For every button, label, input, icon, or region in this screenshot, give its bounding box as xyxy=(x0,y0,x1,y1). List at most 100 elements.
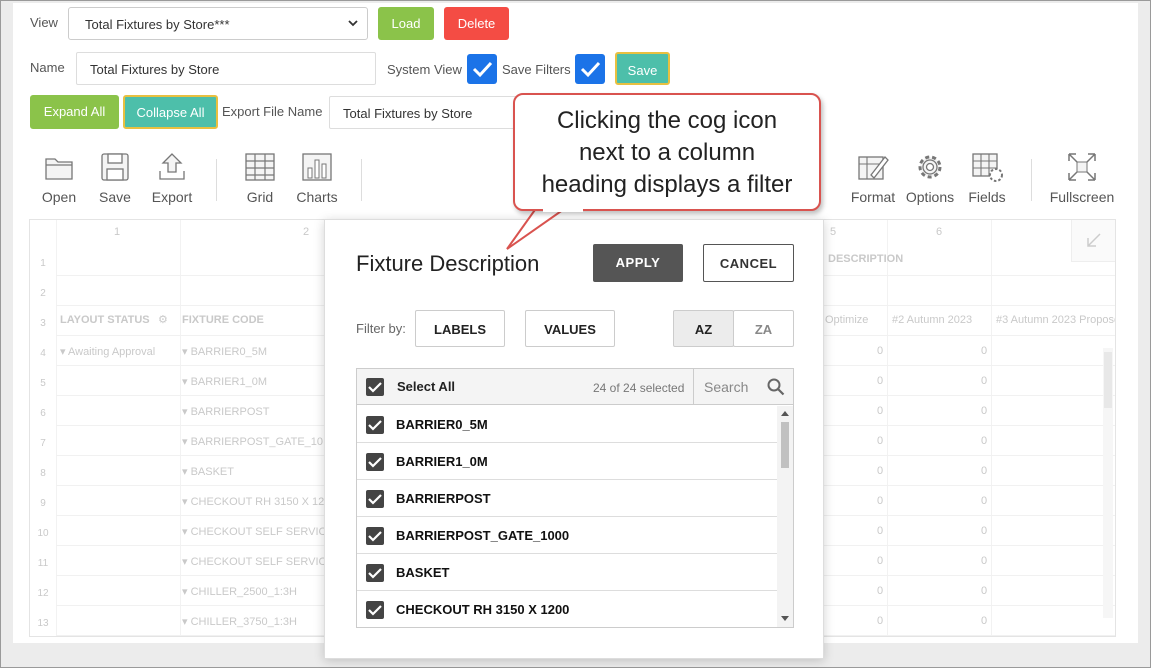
collapse-corner[interactable] xyxy=(1071,220,1115,262)
chevron-down-icon xyxy=(347,17,359,32)
export-file-name-input[interactable]: Total Fixtures by Store xyxy=(329,96,519,129)
bar-chart-icon xyxy=(302,153,332,181)
options-tool[interactable]: Options xyxy=(900,151,960,205)
item-checkbox[interactable] xyxy=(366,490,384,508)
fixture-code-cell[interactable]: ▾ CHILLER_2500_1:3H xyxy=(182,585,297,598)
item-checkbox[interactable] xyxy=(366,416,384,434)
toolbar-divider xyxy=(361,159,362,201)
fixture-code-cell[interactable]: ▾ CHECKOUT SELF SERVIC xyxy=(182,555,326,568)
list-scrollbar[interactable] xyxy=(777,406,793,627)
item-label: BARRIER1_0M xyxy=(396,454,488,469)
view-select-value: Total Fixtures by Store*** xyxy=(85,17,230,32)
value-cell: 0 xyxy=(981,375,988,387)
column-header-fixture-code[interactable]: FIXTURE CODE xyxy=(182,314,264,326)
value-cell: 0 xyxy=(981,405,988,417)
callout-pointer-mask xyxy=(543,206,583,212)
item-checkbox[interactable] xyxy=(366,453,384,471)
name-input[interactable]: Total Fixtures by Store xyxy=(76,52,376,85)
search-icon[interactable] xyxy=(767,378,785,396)
column-header-description[interactable]: DESCRIPTION xyxy=(828,253,903,265)
grid-scrollbar[interactable] xyxy=(1103,348,1113,618)
export-tool[interactable]: Export xyxy=(142,151,202,205)
item-checkbox[interactable] xyxy=(366,527,384,545)
format-label: Format xyxy=(850,189,896,205)
system-view-checkbox[interactable] xyxy=(467,54,497,84)
value-cell: 0 xyxy=(877,615,884,627)
grid-scrollbar-thumb[interactable] xyxy=(1104,352,1112,408)
scroll-down-arrow-icon[interactable] xyxy=(781,616,789,622)
view-label: View xyxy=(30,15,58,30)
item-label: BARRIERPOST xyxy=(396,491,491,506)
options-label: Options xyxy=(905,189,955,205)
row-number: 9 xyxy=(40,498,46,509)
scroll-up-arrow-icon[interactable] xyxy=(781,410,789,416)
row-number: 12 xyxy=(37,588,49,599)
item-checkbox[interactable] xyxy=(366,601,384,619)
list-scrollbar-thumb[interactable] xyxy=(781,422,789,468)
layout-status-cell: ▾ Awaiting Approval xyxy=(60,346,156,358)
fixture-code-cell[interactable]: ▾ CHECKOUT RH 3150 X 12 xyxy=(182,495,324,508)
load-button[interactable]: Load xyxy=(378,7,434,40)
select-all-checkbox[interactable] xyxy=(366,378,384,396)
select-all-label[interactable]: Select All xyxy=(397,379,455,394)
fixture-code-cell[interactable]: ▾ BARRIERPOST_GATE_10 xyxy=(182,435,323,448)
fixture-code-cell[interactable]: ▾ BARRIERPOST xyxy=(182,405,269,418)
gear-icon[interactable]: ⚙ xyxy=(158,313,168,326)
fixture-code-cell[interactable]: ▾ BASKET xyxy=(182,465,234,478)
open-tool[interactable]: Open xyxy=(29,151,89,205)
delete-button[interactable]: Delete xyxy=(444,7,509,40)
value-cell: 0 xyxy=(877,375,884,387)
fixture-code-cell[interactable]: ▾ CHECKOUT SELF SERVIC xyxy=(182,525,326,538)
search-input[interactable]: Search xyxy=(704,379,748,395)
value-cell: 0 xyxy=(981,345,988,357)
item-label: CHECKOUT RH 3150 X 1200 xyxy=(396,602,570,617)
sort-az-button[interactable]: AZ xyxy=(673,310,734,347)
filter-list-item[interactable]: BARRIER1_0M xyxy=(357,443,777,480)
view-select[interactable]: Total Fixtures by Store*** xyxy=(68,7,368,40)
grid-tool[interactable]: Grid xyxy=(230,151,290,205)
charts-tool[interactable]: Charts xyxy=(287,151,347,205)
filter-list-item[interactable]: CHECKOUT RH 3150 X 1200 xyxy=(357,591,777,627)
fixture-code-cell[interactable]: ▾ CHILLER_3750_1:3H xyxy=(182,615,297,628)
grid-icon xyxy=(245,153,275,181)
save-tool[interactable]: Save xyxy=(85,151,145,205)
grid-column-line xyxy=(991,220,992,636)
row-number: 11 xyxy=(37,558,49,569)
fixture-code-cell[interactable]: ▾ BARRIER0_5M xyxy=(182,345,267,358)
fields-tool[interactable]: Fields xyxy=(957,151,1017,205)
collapse-all-button[interactable]: Collapse All xyxy=(123,95,218,129)
expand-all-button[interactable]: Expand All xyxy=(30,95,119,129)
apply-button[interactable]: APPLY xyxy=(593,244,683,282)
gear-icon xyxy=(918,155,942,179)
labels-button[interactable]: LABELS xyxy=(415,310,505,347)
fixture-code-cell[interactable]: ▾ BARRIER1_0M xyxy=(182,375,267,388)
value-cell: 0 xyxy=(981,615,988,627)
column-header-layout-status[interactable]: LAYOUT STATUS xyxy=(60,314,150,326)
filter-list-item[interactable]: BARRIER0_5M xyxy=(357,406,777,443)
column-header-autumn-3: #3 Autumn 2023 Propose xyxy=(996,314,1116,326)
filter-popup: Fixture Description APPLY CANCEL Filter … xyxy=(324,219,824,659)
row-number: 4 xyxy=(40,348,46,359)
fullscreen-tool[interactable]: Fullscreen xyxy=(1047,151,1117,205)
cancel-button[interactable]: CANCEL xyxy=(703,244,794,282)
filter-list-item[interactable]: BARRIERPOST xyxy=(357,480,777,517)
fields-icon xyxy=(972,153,1003,182)
format-tool[interactable]: Format xyxy=(843,151,903,205)
toolbar-divider xyxy=(216,159,217,201)
filter-list-item[interactable]: BASKET xyxy=(357,554,777,591)
save-view-button[interactable]: Save xyxy=(615,52,670,85)
filter-list-item[interactable]: BARRIERPOST_GATE_1000 xyxy=(357,517,777,554)
value-cell: 0 xyxy=(981,465,988,477)
format-pencil-icon xyxy=(858,156,889,180)
item-checkbox[interactable] xyxy=(366,564,384,582)
charts-label: Charts xyxy=(296,189,338,205)
value-cell: 0 xyxy=(877,585,884,597)
save-filters-checkbox[interactable] xyxy=(575,54,605,84)
row-number: 6 xyxy=(40,408,46,419)
upload-icon xyxy=(159,153,185,180)
row-number: 10 xyxy=(37,528,49,539)
sort-za-button[interactable]: ZA xyxy=(733,310,794,347)
save-label: Save xyxy=(99,189,131,205)
column-number: 5 xyxy=(830,226,837,238)
values-button[interactable]: VALUES xyxy=(525,310,615,347)
